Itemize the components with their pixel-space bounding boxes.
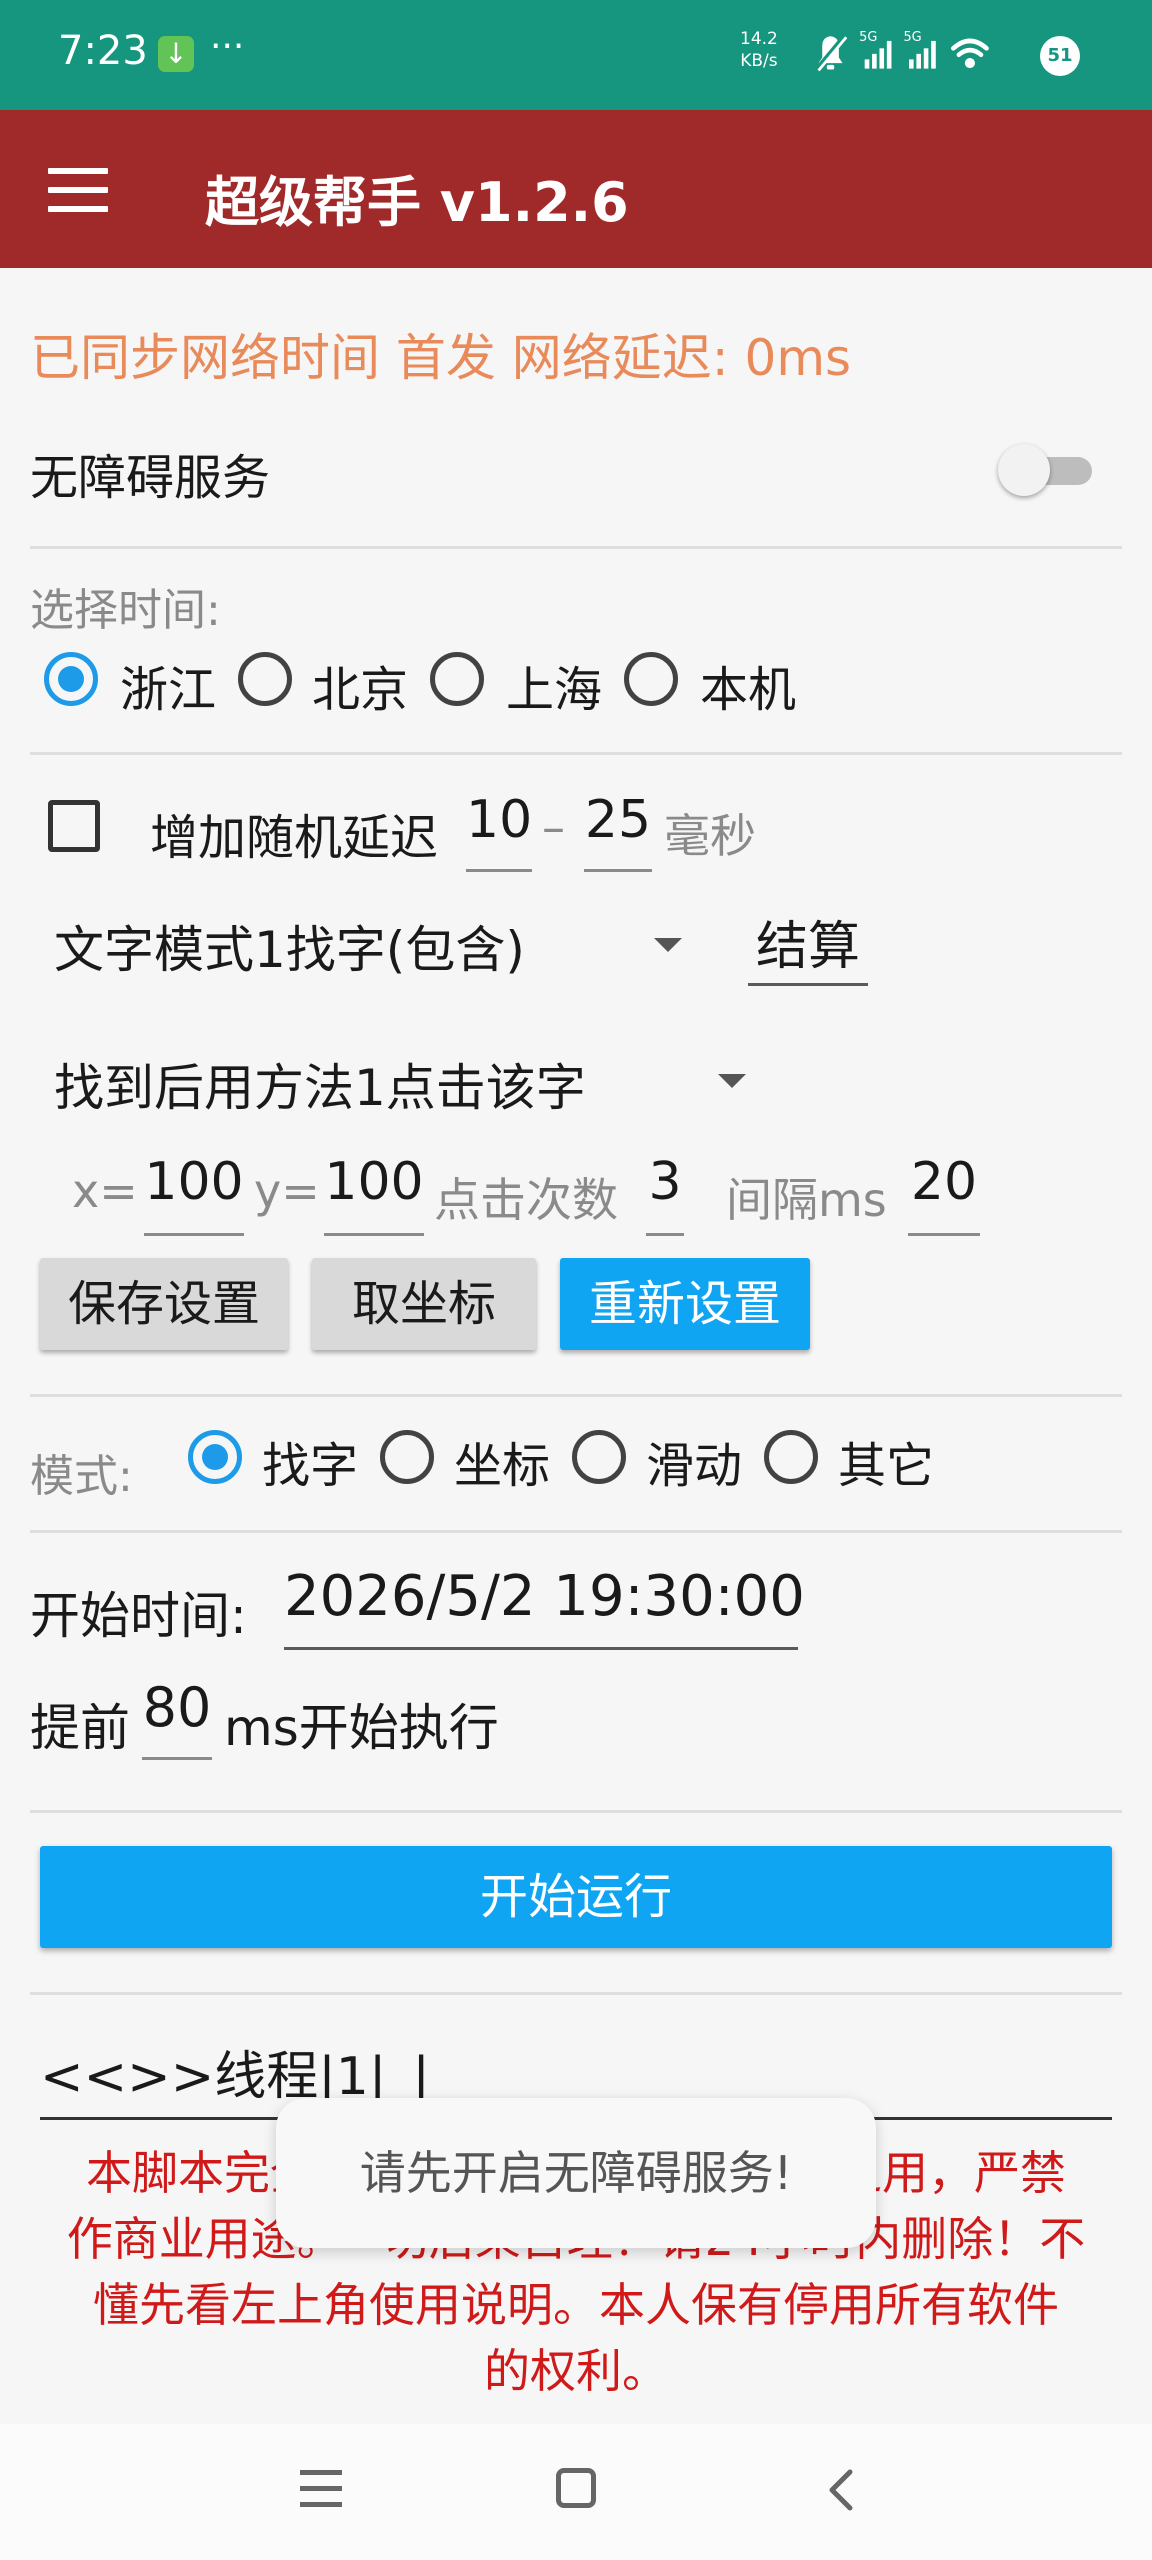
- divider: [30, 1394, 1122, 1397]
- y-label: y=: [254, 1164, 320, 1218]
- radio-coordinate[interactable]: [380, 1430, 434, 1484]
- divider: [30, 1810, 1122, 1813]
- advance-prefix: 提前: [30, 1699, 130, 1757]
- disclaimer-line-5: 懂先看左上角使用说明。本人保有停用所有软件: [93, 2278, 1059, 2332]
- get-coordinates-button[interactable]: 取坐标: [312, 1258, 536, 1350]
- home-icon[interactable]: [556, 2468, 596, 2508]
- status-time: 7:23: [58, 28, 148, 74]
- delay-max-input[interactable]: 25: [584, 790, 652, 872]
- click-method-selected: 找到后用方法1点击该字: [54, 1059, 586, 1117]
- network-speed-unit: KB/s: [740, 51, 778, 71]
- radio-other[interactable]: [764, 1430, 818, 1484]
- back-icon[interactable]: [822, 2468, 862, 2512]
- download-icon: ↓: [158, 36, 194, 72]
- advance-ms-input[interactable]: 80: [142, 1676, 212, 1760]
- signal-icon-1: 5G: [859, 30, 892, 69]
- divider: [30, 1530, 1122, 1533]
- signal-icon-2: 5G: [903, 30, 936, 69]
- accessibility-toggle[interactable]: [998, 444, 1092, 496]
- signal-label-2: 5G: [903, 30, 921, 45]
- divider: [30, 546, 1122, 549]
- radio-beijing[interactable]: [238, 652, 292, 706]
- radio-zhejiang[interactable]: [44, 652, 98, 706]
- start-time-input[interactable]: 2026/5/2 19:30:00: [284, 1564, 805, 1650]
- x-label: x=: [72, 1164, 138, 1218]
- interval-label: 间隔ms: [726, 1173, 887, 1227]
- wifi-icon: [951, 38, 989, 69]
- network-speed: 14.2 KB/s: [740, 28, 778, 72]
- random-delay-label: 增加随机延迟: [150, 810, 439, 866]
- delay-unit: 毫秒: [664, 809, 756, 863]
- mode-label: 模式:: [30, 1451, 133, 1502]
- divider: [30, 752, 1122, 755]
- signal-label-1: 5G: [859, 30, 877, 45]
- advance-suffix: ms开始执行: [224, 1699, 499, 1757]
- start-run-button[interactable]: 开始运行: [40, 1846, 1112, 1948]
- system-nav-bar: [0, 2424, 1152, 2560]
- sync-status-text: 已同步网络时间 首发 网络延迟: 0ms: [30, 329, 852, 387]
- start-time-label: 开始时间:: [30, 1587, 247, 1645]
- x-input[interactable]: 100: [144, 1152, 244, 1236]
- text-mode-selected: 文字模式1找字(包含): [54, 921, 525, 979]
- hamburger-menu-icon[interactable]: [48, 168, 108, 212]
- network-speed-value: 14.2: [740, 29, 778, 49]
- interval-input[interactable]: 20: [908, 1152, 980, 1236]
- more-notifications-icon: ···: [210, 26, 245, 67]
- recent-apps-icon[interactable]: [300, 2470, 342, 2510]
- radio-zhejiang-label: 浙江: [120, 662, 217, 718]
- radio-shanghai-label: 上海: [506, 662, 603, 718]
- delay-min-input[interactable]: 10: [466, 790, 532, 872]
- settle-input[interactable]: 结算: [748, 904, 868, 986]
- reset-settings-button[interactable]: 重新设置: [560, 1258, 810, 1350]
- save-settings-button[interactable]: 保存设置: [40, 1258, 288, 1350]
- battery-level-badge: 51: [1040, 36, 1080, 76]
- divider: [30, 1992, 1122, 1995]
- toast-message: 请先开启无障碍服务!: [276, 2098, 876, 2248]
- radio-find-text-label: 找字: [262, 1438, 359, 1494]
- random-delay-checkbox[interactable]: [48, 800, 100, 852]
- radio-swipe-label: 滑动: [646, 1438, 743, 1494]
- radio-swipe[interactable]: [572, 1430, 626, 1484]
- radio-other-label: 其它: [838, 1438, 935, 1494]
- radio-beijing-label: 北京: [312, 662, 409, 718]
- accessibility-label: 无障碍服务: [30, 450, 271, 506]
- delay-separator: –: [542, 800, 565, 854]
- status-icons: 5G 5G: [815, 30, 989, 72]
- radio-find-text[interactable]: [188, 1430, 242, 1484]
- app-bar: 超级帮手 v1.2.6: [0, 110, 1152, 268]
- click-count-input[interactable]: 3: [646, 1152, 684, 1236]
- y-input[interactable]: 100: [324, 1152, 424, 1236]
- chevron-down-icon: [718, 1074, 746, 1088]
- radio-shanghai[interactable]: [430, 652, 484, 706]
- click-count-label: 点击次数: [434, 1173, 618, 1227]
- app-title: 超级帮手 v1.2.6: [205, 171, 629, 234]
- disclaimer-line-6: 的权利。: [484, 2344, 668, 2398]
- time-source-label: 选择时间:: [30, 585, 221, 636]
- radio-local[interactable]: [624, 652, 678, 706]
- status-bar: 7:23 ↓ ··· 14.2 KB/s 5G 5G 51: [0, 0, 1152, 110]
- radio-coordinate-label: 坐标: [454, 1438, 551, 1494]
- radio-local-label: 本机: [700, 662, 797, 718]
- chevron-down-icon: [654, 938, 682, 952]
- mute-bell-icon: [815, 34, 848, 72]
